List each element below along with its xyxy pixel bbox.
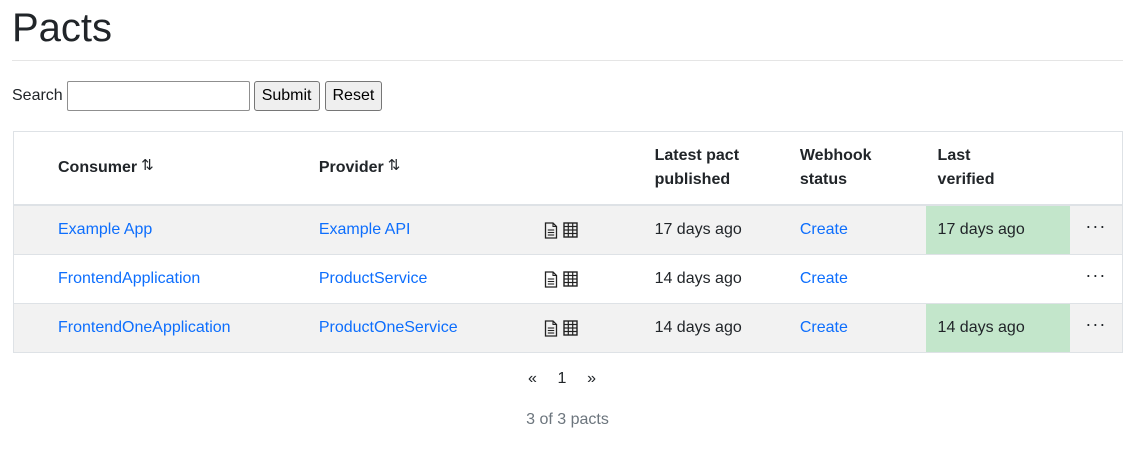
matrix-grid-icon[interactable]	[563, 271, 578, 292]
header-webhook-line2: status	[799, 171, 847, 188]
table-header-row: Consumer ⇅ Provider ⇅ Latest pact publishe…	[14, 132, 1122, 206]
webhook-create-link[interactable]: Create	[800, 270, 848, 287]
pagination-prev[interactable]: «	[522, 370, 543, 388]
header-actions	[1069, 132, 1122, 206]
provider-cell: ProductService	[318, 253, 544, 303]
header-last-verified: Last verified	[925, 132, 1070, 206]
header-consumer-label: Consumer	[58, 159, 138, 176]
published-cell: 17 days ago	[654, 220, 742, 238]
pact-links-cell	[544, 205, 655, 254]
actions-cell: ···	[1069, 302, 1122, 352]
reset-button[interactable]: Reset	[324, 81, 383, 111]
published-cell: 14 days ago	[654, 302, 800, 352]
provider-cell: Example API	[319, 205, 544, 254]
pact-links-cell	[543, 302, 655, 352]
pagination-next[interactable]: »	[581, 370, 602, 388]
header-published-line1: Latest pact	[654, 147, 740, 164]
actions-cell: ···	[1069, 253, 1122, 303]
provider-link[interactable]: ProductService	[319, 270, 428, 287]
header-latest-pact-published: Latest pact published	[654, 132, 800, 206]
header-consumer[interactable]: Consumer ⇅	[14, 132, 319, 206]
last-verified-cell	[925, 253, 1070, 303]
last-verified-cell: 14 days ago	[925, 302, 1070, 352]
table-row: FrontendOneApplication ProductOneService…	[14, 302, 1122, 352]
search-form: Search Submit Reset	[12, 81, 383, 111]
pacts-table: Consumer ⇅ Provider ⇅ Latest pact publishe…	[13, 131, 1123, 353]
header-verified-line1: Last	[937, 147, 971, 164]
document-icon[interactable]	[544, 320, 558, 342]
header-provider[interactable]: Provider ⇅	[318, 132, 544, 206]
consumer-cell: Example App	[14, 205, 319, 254]
table-row: FrontendApplication ProductService 14 da…	[14, 253, 1122, 303]
consumer-link[interactable]: FrontendApplication	[58, 270, 200, 287]
published-cell: 14 days ago	[654, 253, 800, 303]
document-icon[interactable]	[544, 270, 558, 293]
header-pact-links	[543, 132, 655, 206]
matrix-grid-icon[interactable]	[563, 222, 578, 243]
page-title: Pacts	[12, 6, 113, 50]
actions-cell: ···	[1070, 205, 1122, 254]
header-verified-line2: verified	[937, 171, 995, 188]
pacts-count: 3 of 3 pacts	[526, 411, 609, 428]
title-divider	[12, 60, 1123, 61]
pagination-page[interactable]: 1	[552, 370, 573, 388]
pact-links-cell	[543, 253, 655, 303]
consumer-link[interactable]: FrontendOneApplication	[58, 319, 231, 336]
provider-cell: ProductOneService	[318, 302, 544, 352]
consumer-cell: FrontendApplication	[14, 253, 319, 303]
consumer-cell: FrontendOneApplication	[14, 302, 319, 352]
webhook-cell: Create	[799, 253, 926, 303]
search-input[interactable]	[66, 81, 250, 111]
consumer-link[interactable]: Example App	[58, 221, 152, 238]
header-webhook-line1: Webhook	[799, 147, 872, 164]
submit-button[interactable]: Submit	[253, 81, 320, 111]
header-webhook-status: Webhook status	[799, 132, 926, 206]
more-horizontal-icon[interactable]: ···	[1085, 216, 1106, 236]
webhook-cell: Create	[799, 302, 926, 352]
header-provider-label: Provider	[318, 159, 384, 176]
webhook-create-link[interactable]: Create	[800, 319, 848, 336]
sort-icon[interactable]: ⇅	[141, 154, 154, 178]
matrix-grid-icon[interactable]	[563, 320, 578, 341]
document-icon[interactable]	[544, 222, 558, 244]
more-horizontal-icon[interactable]: ···	[1085, 265, 1106, 285]
more-horizontal-icon[interactable]: ···	[1085, 314, 1106, 334]
table-row: Example App Example API 17 days ago Crea…	[14, 205, 1122, 254]
sort-icon[interactable]: ⇅	[388, 154, 401, 178]
pagination: « 1 »	[522, 370, 602, 388]
search-label: Search	[12, 87, 63, 104]
webhook-cell: Create	[800, 205, 926, 254]
header-published-line2: published	[654, 171, 731, 188]
last-verified-cell: 17 days ago	[925, 205, 1070, 254]
provider-link[interactable]: ProductOneService	[319, 319, 458, 336]
webhook-create-link[interactable]: Create	[800, 221, 848, 238]
provider-link[interactable]: Example API	[319, 221, 411, 238]
